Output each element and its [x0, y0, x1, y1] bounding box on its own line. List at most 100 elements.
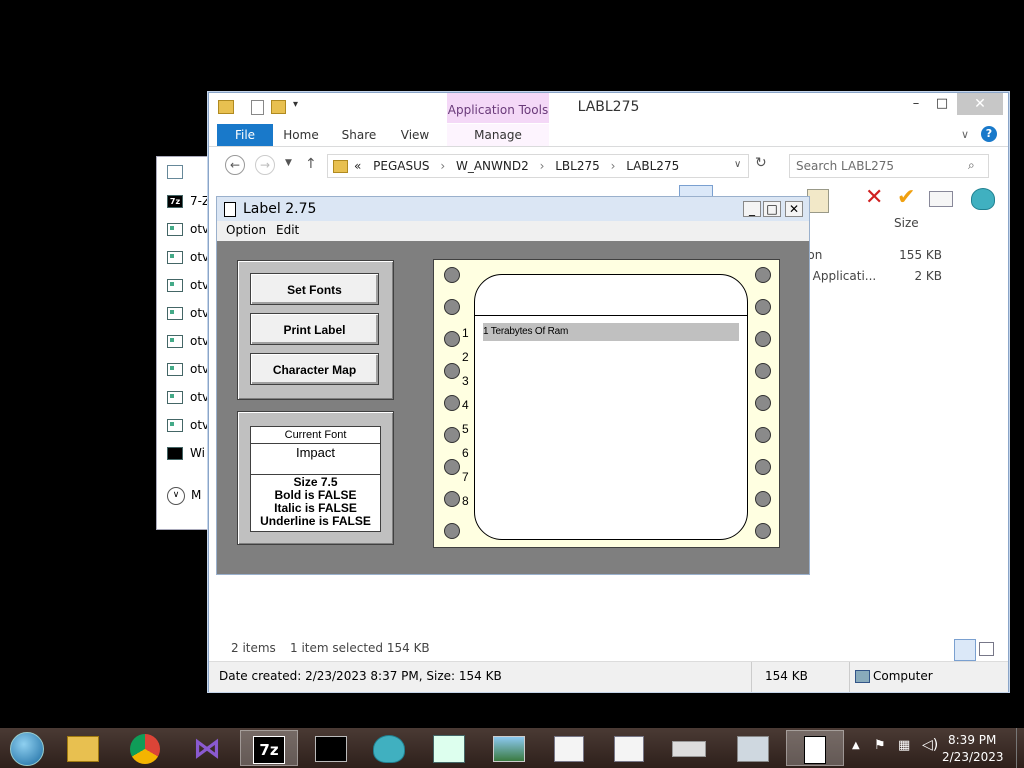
- show-desktop-button[interactable]: [1016, 728, 1024, 768]
- 7zip-icon: 7z: [167, 195, 183, 208]
- tractor-hole: [444, 427, 460, 443]
- clock-time[interactable]: 8:39 PM: [948, 733, 996, 747]
- font-info-box: Current Font Impact Size 7.5 Bold is FAL…: [250, 426, 381, 532]
- new-folder-icon[interactable]: [271, 100, 286, 114]
- print-label-button[interactable]: Print Label: [250, 313, 379, 345]
- close-button[interactable]: ✕: [957, 93, 1003, 115]
- refresh-icon[interactable]: ↻: [755, 155, 767, 171]
- title-bar[interactable]: Label 2.75 _ □ ✕: [217, 197, 809, 221]
- table-row[interactable]: DS Applicati... 2 KB: [792, 266, 962, 286]
- breadcrumb-item[interactable]: LBL275: [555, 159, 600, 173]
- set-fonts-button[interactable]: Set Fonts: [250, 273, 379, 305]
- current-font-header: Current Font: [251, 427, 380, 444]
- label-face[interactable]: 1 Terabytes Of Ram: [474, 274, 748, 540]
- up-arrow-icon[interactable]: ↑: [305, 156, 317, 172]
- table-row[interactable]: ation 155 KB: [792, 245, 962, 265]
- taskbar-chrome[interactable]: [116, 730, 174, 766]
- line-number: 2: [462, 350, 469, 364]
- character-map-button[interactable]: Character Map: [250, 353, 379, 385]
- clock-date[interactable]: 2/23/2023: [942, 750, 1004, 764]
- start-orb-icon: [10, 731, 44, 766]
- taskbar-label-app[interactable]: [786, 730, 844, 766]
- drive-icon: [672, 740, 706, 757]
- search-icon: ⌕: [968, 158, 975, 172]
- taskbar-visual-studio[interactable]: ⋈: [178, 730, 236, 766]
- label-app-icon: [804, 735, 826, 764]
- tractor-hole: [755, 459, 771, 475]
- properties-icon[interactable]: [251, 100, 264, 115]
- taskbar-photo-viewer[interactable]: [480, 730, 538, 766]
- taskbar-window-1[interactable]: [540, 730, 598, 766]
- taskbar-shell-app[interactable]: [360, 730, 418, 766]
- ribbon-expand-icon[interactable]: ∨: [961, 128, 969, 141]
- current-font-name: Impact: [251, 444, 380, 475]
- status-item-count: 2 items: [231, 641, 276, 655]
- back-button[interactable]: ←: [225, 155, 245, 175]
- breadcrumb-item[interactable]: PEGASUS: [373, 159, 429, 173]
- rename-icon[interactable]: [929, 191, 953, 207]
- line-number: 7: [462, 470, 469, 484]
- help-icon[interactable]: ?: [981, 126, 997, 142]
- status-selection: 1 item selected 154 KB: [290, 641, 430, 655]
- start-button[interactable]: [2, 730, 52, 766]
- visual-studio-icon: ⋈: [193, 731, 221, 765]
- checkmark-icon[interactable]: ✔: [897, 185, 915, 210]
- maximize-button[interactable]: □: [927, 93, 957, 115]
- recent-locations-icon[interactable]: ▼: [285, 158, 292, 168]
- tractor-hole: [444, 523, 460, 539]
- taskbar-7zip[interactable]: 7z: [240, 730, 298, 766]
- minimize-button[interactable]: _: [743, 201, 761, 217]
- app-icon: [167, 279, 183, 292]
- maximize-button[interactable]: □: [763, 201, 781, 217]
- details-view-icon[interactable]: [954, 639, 976, 661]
- taskbar-command-prompt[interactable]: [302, 730, 360, 766]
- breadcrumb-item[interactable]: LABL275: [626, 159, 679, 173]
- search-input[interactable]: Search LABL275 ⌕: [789, 154, 989, 178]
- taskbar: ⋈ 7z ▲ ⚑ ▦ ◁) 8:39 PM 2/23/2023: [0, 728, 1024, 768]
- menu-edit[interactable]: Edit: [276, 223, 299, 237]
- chevron-down-icon: ∨: [167, 486, 185, 505]
- delete-icon[interactable]: ✕: [865, 185, 883, 210]
- tray-overflow-icon[interactable]: ▲: [852, 740, 860, 751]
- taskbar-vcdicp[interactable]: [420, 730, 478, 766]
- tractor-hole: [755, 427, 771, 443]
- title-bar[interactable]: ▾ Application Tools LABL275 – □ ✕: [209, 93, 1008, 123]
- close-button[interactable]: ✕: [785, 201, 803, 217]
- tab-manage[interactable]: Manage: [447, 124, 549, 146]
- file-size: 155 KB: [899, 248, 942, 262]
- forward-button[interactable]: →: [255, 155, 275, 175]
- label-line-1-input[interactable]: 1 Terabytes Of Ram: [483, 323, 739, 341]
- line-number: 4: [462, 398, 469, 412]
- address-dropdown-icon[interactable]: ∨: [734, 159, 741, 170]
- tractor-hole: [444, 363, 460, 379]
- paste-icon[interactable]: [807, 189, 829, 213]
- address-bar[interactable]: « PEGASUS › W_ANWND2 › LBL275 › LABL275 …: [327, 154, 749, 178]
- button-label: Character Map: [272, 363, 357, 377]
- shell-icon[interactable]: [971, 188, 995, 210]
- divider: [751, 662, 752, 692]
- volume-icon[interactable]: ◁): [922, 737, 938, 753]
- breadcrumb-item[interactable]: W_ANWND2: [456, 159, 529, 173]
- tractor-hole: [755, 267, 771, 283]
- menu-option[interactable]: Option: [226, 223, 266, 237]
- large-icons-view-icon[interactable]: [979, 642, 994, 656]
- chevron-right-icon: ›: [539, 159, 545, 173]
- network-icon[interactable]: ▦: [898, 738, 910, 753]
- taskbar-drive[interactable]: [660, 730, 718, 766]
- column-header-size[interactable]: Size: [894, 213, 919, 233]
- breadcrumb-overflow[interactable]: «: [354, 159, 361, 173]
- tab-view[interactable]: View: [395, 124, 435, 146]
- divider: [849, 662, 850, 692]
- taskbar-window-2[interactable]: [600, 730, 658, 766]
- folder-icon: [333, 160, 348, 173]
- tab-file[interactable]: File: [217, 124, 273, 146]
- taskbar-system-monitor[interactable]: [724, 730, 782, 766]
- ribbon-tabs: File Home Share View Manage ∨ ?: [209, 124, 1008, 147]
- tab-home[interactable]: Home: [279, 124, 323, 146]
- app-icon: [167, 251, 183, 264]
- tab-share[interactable]: Share: [337, 124, 381, 146]
- quick-access-dropdown-icon[interactable]: ▾: [293, 99, 298, 110]
- label-app-window[interactable]: Label 2.75 _ □ ✕ Option Edit Set Fonts P…: [216, 196, 810, 575]
- taskbar-file-explorer[interactable]: [54, 730, 112, 766]
- action-center-icon[interactable]: ⚑: [874, 738, 886, 753]
